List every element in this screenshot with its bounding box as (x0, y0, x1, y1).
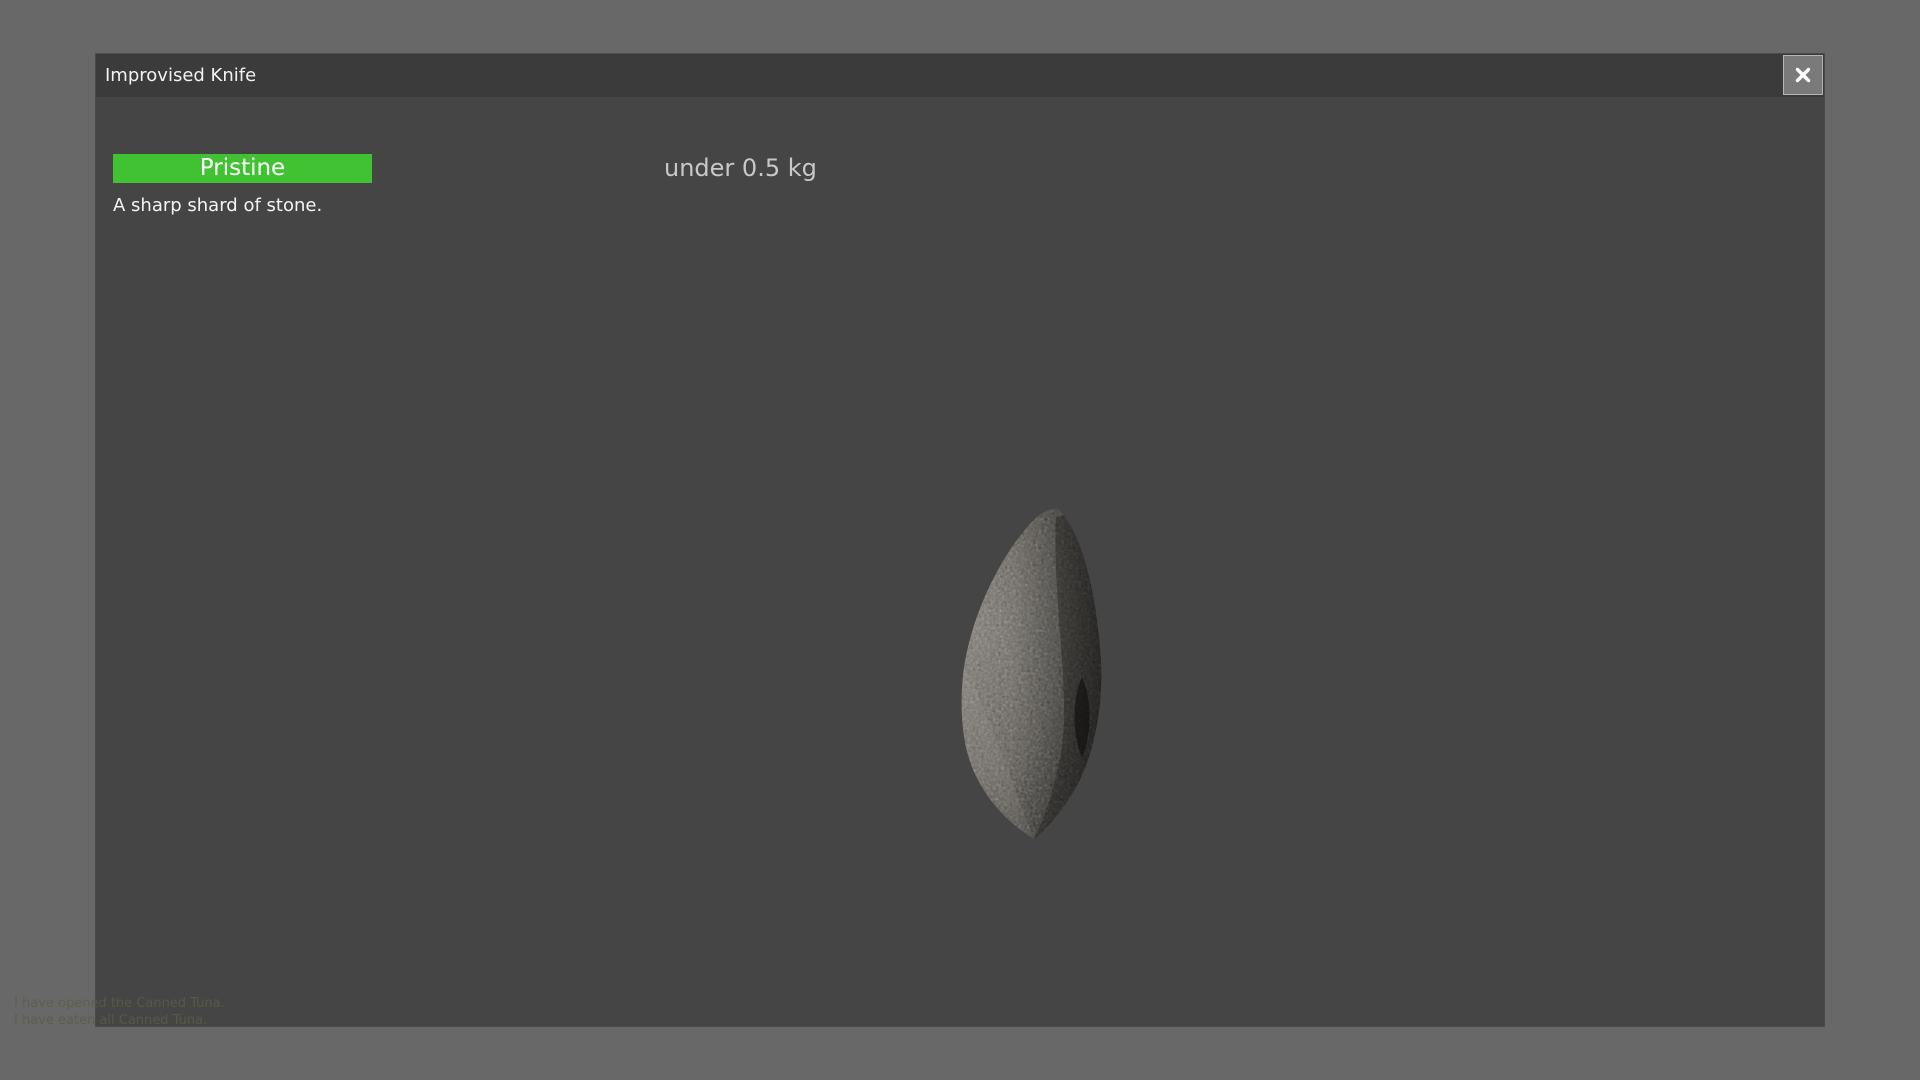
item-description: A sharp shard of stone. (113, 195, 323, 216)
window-title: Improvised Knife (105, 65, 257, 86)
message-log: I have opened the Canned Tuna. I have ea… (14, 995, 225, 1029)
stone-knife-model[interactable] (856, 447, 1116, 847)
log-line: I have eaten all Canned Tuna. (14, 1013, 208, 1028)
item-weight: under 0.5 kg (664, 154, 817, 182)
close-icon (1795, 67, 1811, 83)
condition-badge: Pristine (113, 154, 372, 183)
close-button[interactable] (1783, 55, 1823, 95)
item-details-panel: Pristine under 0.5 kg A sharp shard of s… (96, 97, 1824, 1026)
item-inspect-window: Improvised Knife Pristine under 0.5 kg A… (96, 54, 1824, 1026)
log-line: I have opened the Canned Tuna. (14, 996, 225, 1011)
window-titlebar: Improvised Knife (96, 54, 1824, 97)
